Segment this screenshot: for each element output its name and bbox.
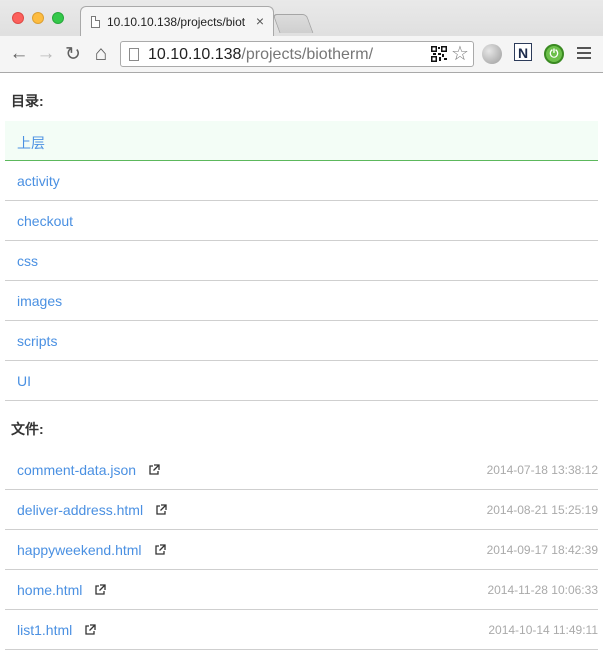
address-bar[interactable]: 10.10.10.138/projects/biotherm/ ☆ — [120, 41, 474, 67]
forward-icon: → — [36, 43, 56, 64]
directory-row[interactable]: activity — [5, 161, 598, 201]
qr-code-icon[interactable] — [430, 45, 448, 63]
power-extension-icon[interactable]: ⏻ — [544, 44, 564, 64]
directory-link[interactable]: css — [17, 253, 38, 269]
new-tab-button[interactable] — [272, 14, 314, 33]
file-modified-time: 2014-11-28 10:06:33 — [487, 583, 598, 597]
page-icon — [129, 48, 139, 61]
directory-link[interactable]: images — [17, 293, 62, 309]
directory-row[interactable]: images — [5, 281, 598, 321]
tab-title: 10.10.10.138/projects/biot — [107, 15, 246, 29]
file-modified-time: 2014-08-21 15:25:19 — [486, 503, 598, 517]
directory-link[interactable]: activity — [17, 173, 60, 189]
directory-row[interactable]: UI — [5, 361, 598, 401]
file-modified-time: 2014-10-14 11:49:11 — [488, 623, 598, 637]
directory-link[interactable]: UI — [17, 373, 31, 389]
file-modified-time: 2014-07-18 13:38:12 — [486, 463, 598, 477]
open-external-icon[interactable] — [84, 624, 96, 636]
files-heading: 文件: — [11, 421, 44, 437]
zoom-window-button[interactable] — [52, 12, 64, 24]
bookmark-star-icon[interactable]: ☆ — [451, 43, 469, 65]
directory-row[interactable]: checkout — [5, 201, 598, 241]
file-row: happyweekend.html 2014-09-17 18:42:39 — [5, 530, 598, 570]
back-button[interactable]: ← — [8, 43, 30, 65]
browser-tab[interactable]: 10.10.10.138/projects/biot × — [80, 6, 274, 36]
back-icon: ← — [9, 43, 29, 64]
home-icon: ⌂ — [94, 42, 108, 65]
directory-link[interactable]: checkout — [17, 213, 73, 229]
directory-row[interactable]: css — [5, 241, 598, 281]
file-modified-time: 2014-09-17 18:42:39 — [486, 543, 598, 557]
directories-heading: 目录: — [11, 93, 44, 109]
file-link[interactable]: home.html — [17, 582, 82, 598]
directory-link[interactable]: 上层 — [17, 133, 45, 153]
page-icon — [91, 16, 100, 28]
toolbar: ← → ↻ ⌂ 10.10.10.138/projects/biotherm/ … — [0, 36, 603, 72]
file-link[interactable]: deliver-address.html — [17, 502, 143, 518]
home-button[interactable]: ⌂ — [90, 42, 112, 65]
menu-icon[interactable] — [577, 47, 591, 62]
file-row: home.html 2014-11-28 10:06:33 — [5, 570, 598, 610]
file-row: deliver-address.html 2014-08-21 15:25:19 — [5, 490, 598, 530]
url-text[interactable]: 10.10.10.138/projects/biotherm/ — [148, 46, 373, 64]
url-path: /projects/biotherm/ — [241, 46, 374, 63]
file-link[interactable]: list1.html — [17, 622, 72, 638]
minimize-window-button[interactable] — [32, 12, 44, 24]
forward-button[interactable]: → — [35, 43, 57, 65]
reload-button[interactable]: ↻ — [62, 43, 84, 65]
open-external-icon[interactable] — [148, 464, 160, 476]
url-host: 10.10.10.138 — [148, 46, 242, 63]
open-external-icon[interactable] — [94, 584, 106, 596]
open-external-icon[interactable] — [155, 504, 167, 516]
globe-extension-icon[interactable] — [482, 44, 502, 64]
directory-row[interactable]: scripts — [5, 321, 598, 361]
tab-close-icon[interactable]: × — [256, 13, 264, 29]
file-row: list1.html 2014-10-14 11:49:11 — [5, 610, 598, 650]
n-extension-icon[interactable]: N — [514, 43, 532, 61]
file-row: comment-data.json 2014-07-18 13:38:12 — [5, 450, 598, 490]
directory-row[interactable]: 上层 — [5, 121, 598, 161]
open-external-icon[interactable] — [154, 544, 166, 556]
file-link[interactable]: comment-data.json — [17, 462, 136, 478]
browser-chrome: 10.10.10.138/projects/biot × ← → ↻ ⌂ 10.… — [0, 0, 603, 73]
file-link[interactable]: happyweekend.html — [17, 542, 142, 558]
directory-link[interactable]: scripts — [17, 333, 57, 349]
close-window-button[interactable] — [12, 12, 24, 24]
reload-icon: ↻ — [65, 43, 81, 65]
